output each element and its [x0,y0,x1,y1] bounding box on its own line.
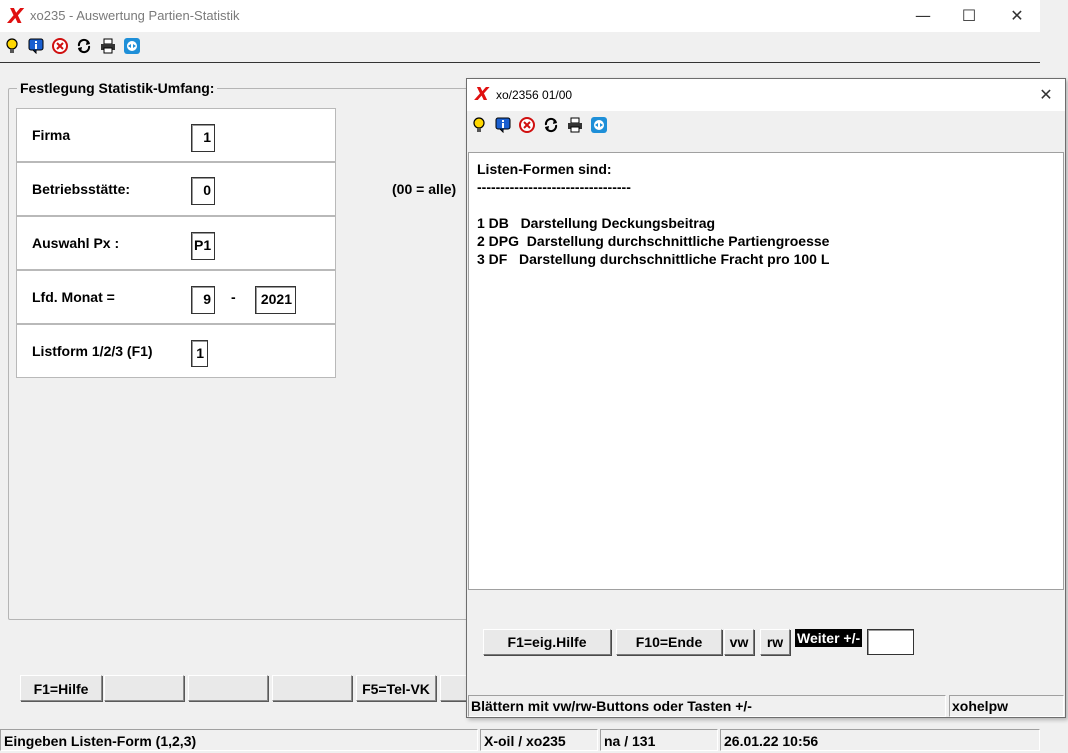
dialog-toolbar [467,112,1065,140]
teamviewer-icon[interactable] [591,117,607,133]
weiter-input[interactable] [867,629,914,655]
monat-separator: - [231,289,236,305]
window-title: xo235 - Auswertung Partien-Statistik [30,8,240,23]
help-dialog: X xo/2356 01/00 ✕ Listen-Formen sind: --… [466,78,1066,718]
firma-input[interactable]: 1 [191,124,215,152]
betriebsstaette-label: Betriebsstätte: [32,181,131,197]
f3-button[interactable] [188,675,268,701]
teamviewer-icon[interactable] [124,38,140,54]
status-user: na / 131 [600,729,718,751]
help-divider-line: --------------------------------- [477,179,631,195]
minimize-button[interactable]: — [900,0,946,32]
firma-label: Firma [32,127,71,143]
listform-label: Listform 1/2/3 (F1) [32,343,153,359]
close-button[interactable]: ✕ [994,0,1040,32]
cancel-icon[interactable] [519,117,535,133]
betriebsstaette-hint: (00 = alle) [392,181,457,197]
dialog-status-message: Blättern mit vw/rw-Buttons oder Tasten +… [468,695,946,717]
dialog-logo: X [475,84,489,105]
info-icon[interactable] [495,117,511,133]
dialog-title: xo/2356 01/00 [496,88,573,102]
help-heading: Listen-Formen sind: [477,161,612,177]
auswahl-input[interactable]: P1 [191,232,215,260]
end-button[interactable]: F10=Ende [616,629,722,655]
help-option-db: 1 DB Darstellung Deckungsbeitrag [477,215,716,231]
app-logo: X [8,4,24,28]
monat-input[interactable]: 9 [191,286,215,314]
main-titlebar[interactable]: X xo235 - Auswertung Partien-Statistik —… [0,0,1040,33]
f2-button[interactable] [104,675,184,701]
bulb-icon[interactable] [471,117,487,133]
vw-button[interactable]: vw [724,629,754,655]
bulb-icon[interactable] [4,38,20,54]
dialog-status-program: xohelpw [949,695,1064,717]
f5-tel-vk-button[interactable]: F5=Tel-VK [356,675,436,701]
dialog-titlebar[interactable]: X xo/2356 01/00 ✕ [467,79,1065,111]
eig-help-button[interactable]: F1=eig.Hilfe [483,629,611,655]
status-message: Eingeben Listen-Form (1,2,3) [0,729,478,751]
cancel-icon[interactable] [52,38,68,54]
print-icon[interactable] [100,38,116,54]
rw-button[interactable]: rw [760,629,790,655]
auswahl-label: Auswahl Px : [32,235,120,251]
help-option-dpg: 2 DPG Darstellung durchschnittliche Part… [477,233,830,249]
dialog-close-button[interactable]: ✕ [1029,79,1063,111]
help-text-area[interactable]: Listen-Formen sind: --------------------… [468,152,1064,590]
monat-label: Lfd. Monat = [32,289,115,305]
status-app: X-oil / xo235 [480,729,598,751]
help-option-df: 3 DF Darstellung durchschnittliche Frach… [477,251,830,267]
refresh-icon[interactable] [543,117,559,133]
toolbar-divider [0,62,1040,63]
weiter-label: Weiter +/- [795,629,863,647]
status-datetime: 26.01.22 10:56 [720,729,1040,751]
info-icon[interactable] [28,38,44,54]
refresh-icon[interactable] [76,38,92,54]
group-title: Festlegung Statistik-Umfang: [20,80,215,96]
maximize-button[interactable]: ☐ [946,0,992,32]
f1-help-button[interactable]: F1=Hilfe [20,675,102,701]
print-icon[interactable] [567,117,583,133]
main-toolbar [0,33,1040,61]
jahr-input[interactable]: 2021 [255,286,296,314]
listform-input[interactable]: 1 [191,340,208,367]
betriebsstaette-input[interactable]: 0 [191,177,215,205]
f4-button[interactable] [272,675,352,701]
